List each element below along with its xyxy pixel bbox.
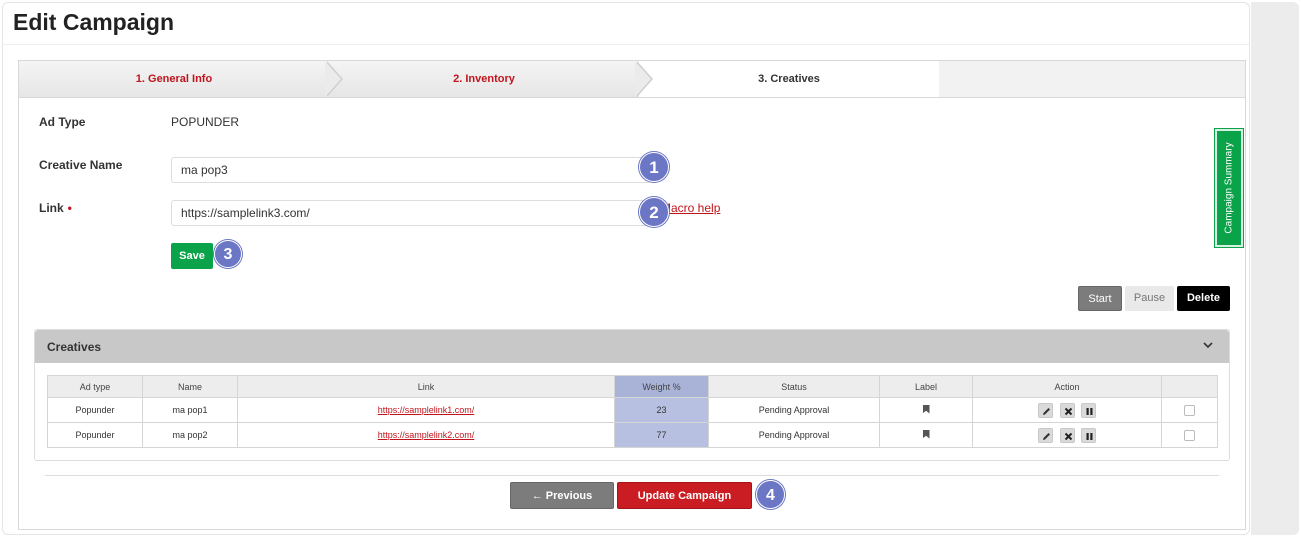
creatives-section: Creatives Ad type Name Link Weight % Sta…: [34, 329, 1230, 461]
cell-link: https://samplelink1.com/: [237, 397, 615, 423]
delete-icon[interactable]: [1059, 427, 1075, 443]
previous-button[interactable]: ← Previous: [510, 482, 614, 509]
campaign-summary-tab[interactable]: Campaign Summary: [1215, 129, 1243, 247]
cell-name: ma pop2: [142, 422, 238, 448]
ad-type-label: Ad Type: [39, 115, 86, 129]
creative-name-input[interactable]: ma pop3: [171, 157, 651, 183]
page-title: Edit Campaign: [13, 9, 175, 35]
col-action: Action: [972, 375, 1162, 398]
bookmark-icon[interactable]: [922, 429, 930, 439]
col-label: Label: [879, 375, 973, 398]
title-divider: [3, 44, 1249, 45]
cell-actions: [972, 397, 1162, 423]
delete-icon[interactable]: [1059, 402, 1075, 418]
cell-select: [1161, 422, 1218, 448]
cell-status: Pending Approval: [708, 422, 880, 448]
step-badge-2: 2: [639, 197, 669, 227]
cell-status: Pending Approval: [708, 397, 880, 423]
chevron-down-icon[interactable]: [1201, 338, 1215, 352]
pause-icon[interactable]: [1081, 402, 1097, 418]
col-link: Link: [237, 375, 615, 398]
cell-ad-type: Popunder: [47, 397, 143, 423]
link-label: Link •: [39, 201, 72, 215]
cell-label: [879, 397, 973, 423]
pause-icon[interactable]: [1081, 427, 1097, 443]
col-status: Status: [708, 375, 880, 398]
right-gutter: [1251, 2, 1299, 535]
creatives-header[interactable]: Creatives: [35, 330, 1229, 363]
step-badge-1: 1: [639, 152, 669, 182]
pause-button[interactable]: Pause: [1125, 286, 1174, 311]
step-badge-3: 3: [214, 240, 242, 268]
campaign-summary-label: Campaign Summary: [1223, 142, 1235, 234]
cell-link: https://samplelink2.com/: [237, 422, 615, 448]
step-inventory[interactable]: 2. Inventory: [329, 61, 639, 97]
creative-link[interactable]: https://samplelink2.com/: [378, 430, 475, 440]
cell-actions: [972, 422, 1162, 448]
bookmark-icon[interactable]: [922, 404, 930, 414]
col-select: [1161, 375, 1218, 398]
step-badge-4: 4: [756, 480, 785, 509]
creatives-title: Creatives: [47, 340, 102, 354]
step-creatives[interactable]: 3. Creatives: [639, 61, 939, 97]
edit-icon[interactable]: [1037, 402, 1053, 418]
cell-weight[interactable]: 23: [614, 397, 709, 423]
table-row: Popunder ma pop1 https://samplelink1.com…: [47, 397, 1218, 423]
creative-name-label: Creative Name: [39, 158, 123, 172]
step-arrow-icon: [635, 61, 651, 97]
macro-help-link[interactable]: Macro help: [661, 201, 720, 215]
col-ad-type: Ad type: [47, 375, 143, 398]
ad-type-value: POPUNDER: [171, 115, 240, 129]
cell-label: [879, 422, 973, 448]
link-input[interactable]: https://samplelink3.com/: [171, 200, 651, 226]
edit-icon[interactable]: [1037, 427, 1053, 443]
save-button[interactable]: Save: [171, 243, 213, 269]
creatives-table: Ad type Name Link Weight % Status Label …: [47, 375, 1218, 448]
cell-weight[interactable]: 77: [614, 422, 709, 448]
col-weight[interactable]: Weight %: [614, 375, 709, 398]
table-header-row: Ad type Name Link Weight % Status Label …: [47, 375, 1218, 398]
wizard-steps: 1. General Info 2. Inventory 3. Creative…: [19, 61, 1245, 98]
link-label-text: Link: [39, 201, 64, 215]
footer-divider: [45, 475, 1219, 476]
step-general-info[interactable]: 1. General Info: [19, 61, 329, 97]
cell-select: [1161, 397, 1218, 423]
cell-ad-type: Popunder: [47, 422, 143, 448]
step-arrow-icon: [325, 61, 341, 97]
creative-link[interactable]: https://samplelink1.com/: [378, 405, 475, 415]
row-checkbox[interactable]: [1184, 429, 1195, 441]
update-campaign-button[interactable]: Update Campaign: [617, 482, 752, 509]
delete-button[interactable]: Delete: [1177, 286, 1230, 311]
campaign-panel: 1. General Info 2. Inventory 3. Creative…: [18, 60, 1246, 530]
start-button[interactable]: Start: [1078, 286, 1122, 311]
required-marker: •: [67, 201, 72, 215]
cell-name: ma pop1: [142, 397, 238, 423]
row-checkbox[interactable]: [1184, 404, 1195, 416]
table-row: Popunder ma pop2 https://samplelink2.com…: [47, 422, 1218, 448]
col-name: Name: [142, 375, 238, 398]
